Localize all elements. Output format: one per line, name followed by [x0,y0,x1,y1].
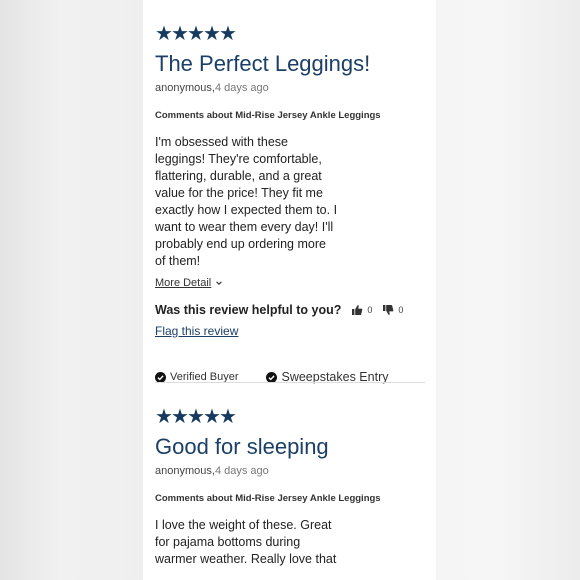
star-icon: ★ [219,406,237,428]
review-body-line: I'm obsessed with these [155,135,289,149]
comments-label: Comments about Mid-Rise Jersey Ankle Leg… [155,493,381,504]
star-icon: ★ [171,406,189,428]
review-title: The Perfect Leggings! [155,51,371,76]
star-icon: ★ [187,406,205,428]
star-icon: ★ [187,23,205,45]
review-body-line: I love the weight of these. Great [155,518,332,532]
review-body-line: exactly how I expected them to. I [155,203,338,217]
page-backdrop: ★ ★ ★ ★ ★ The Perfect Leggings! anonymou… [0,0,580,580]
review-body-line: warmer weather. Really love that [155,552,337,566]
check-circle-icon [266,371,278,383]
star-rating: ★ ★ ★ ★ ★ [155,23,425,45]
review-card: ★ ★ ★ ★ ★ Good for sleeping anonymous,4 … [155,406,425,568]
star-rating: ★ ★ ★ ★ ★ [155,406,425,428]
flag-review-link[interactable]: Flag this review [155,324,238,338]
helpful-row: Was this review helpful to you? 0 0 [155,301,425,319]
more-detail-link[interactable]: More Detail [155,276,425,290]
helpful-yes-button[interactable]: 0 [351,301,372,319]
helpful-question: Was this review helpful to you? [155,303,342,317]
review-divider [155,382,425,383]
review-body-line: leggings! They're comfortable, [155,152,322,166]
review-author: anonymous, [155,465,215,477]
thumbs-down-icon [383,305,394,315]
review-date: 4 days ago [214,465,269,477]
review-meta: anonymous,4 days ago [155,464,425,478]
review-title: Good for sleeping [155,434,329,459]
helpful-no-count: 0 [398,305,404,315]
chevron-down-icon [216,281,223,285]
thumbs-up-icon [352,305,363,315]
star-icon: ★ [219,23,237,45]
star-icon: ★ [171,23,189,45]
review-author: anonymous, [155,82,215,94]
review-date: 4 days ago [214,82,269,94]
review-meta: anonymous,4 days ago [155,81,425,95]
review-body-line: flattering, durable, and a great [155,169,322,183]
review-card: ★ ★ ★ ★ ★ The Perfect Leggings! anonymou… [155,23,425,385]
review-body: I love the weight of these. Great for pa… [155,517,425,568]
review-body: I'm obsessed with these leggings! They'r… [155,134,425,270]
check-circle-icon [155,371,166,383]
star-icon: ★ [203,406,221,428]
helpful-yes-count: 0 [367,305,373,315]
review-body-line: value for the price! They fit me [155,186,323,200]
star-icon: ★ [155,23,173,45]
star-icon: ★ [155,406,173,428]
reviews-panel: ★ ★ ★ ★ ★ The Perfect Leggings! anonymou… [143,0,436,580]
review-body-line: probably end up ordering more [155,237,326,251]
review-body-line: want to wear them every day! I'll [155,220,334,234]
comments-label: Comments about Mid-Rise Jersey Ankle Leg… [155,110,381,121]
review-body-line: of them! [155,254,201,268]
helpful-no-button[interactable]: 0 [382,301,403,319]
star-icon: ★ [203,23,221,45]
review-body-line: for pajama bottoms during [155,535,301,549]
more-detail-label: More Detail [155,277,212,289]
